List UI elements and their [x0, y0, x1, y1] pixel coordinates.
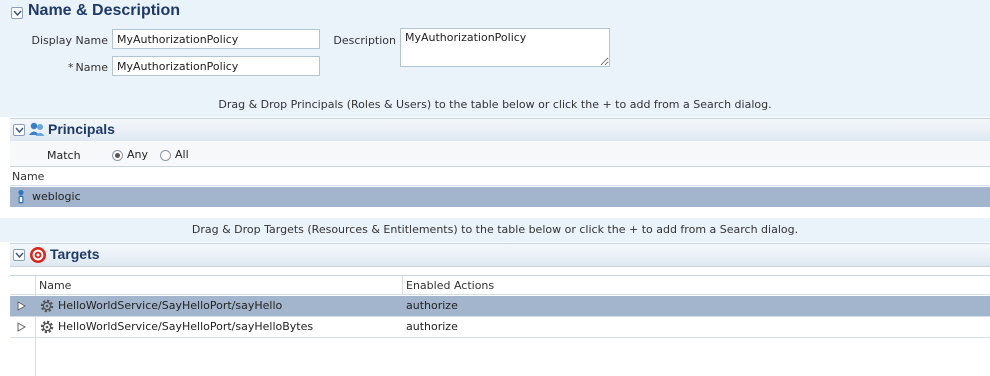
match-any-radio[interactable]: [112, 150, 123, 161]
required-mark: *: [68, 61, 74, 74]
description-textarea[interactable]: MyAuthorizationPolicy: [400, 28, 610, 67]
name-description-title: Name & Description: [28, 2, 181, 19]
expand-triangle-icon[interactable]: [17, 322, 26, 332]
display-name-input[interactable]: [112, 29, 320, 49]
display-name-label: Display Name: [31, 34, 109, 47]
name-input[interactable]: [112, 56, 320, 76]
name-label-text: Name: [75, 61, 108, 74]
targets-column-name[interactable]: Name: [39, 279, 71, 292]
target-actions: authorize: [406, 299, 458, 312]
targets-hint-panel: Drag & Drop Targets (Resources & Entitle…: [0, 218, 990, 242]
match-all-label: All: [175, 148, 189, 161]
target-row[interactable]: HelloWorldService/SayHelloPort/sayHello …: [10, 296, 990, 316]
chevron-down-icon: [13, 10, 22, 16]
target-actions: authorize: [406, 320, 458, 333]
principal-name: weblogic: [32, 190, 81, 203]
targets-hint: Drag & Drop Targets (Resources & Entitle…: [191, 223, 799, 236]
target-row[interactable]: HelloWorldService/SayHelloPort/sayHelloB…: [10, 317, 990, 337]
gear-icon: [40, 320, 54, 334]
expand-triangle-icon[interactable]: [17, 301, 26, 311]
targets-header-divider: [10, 294, 990, 295]
user-icon: [18, 189, 24, 204]
collapse-principals-button[interactable]: [13, 124, 25, 136]
target-name: HelloWorldService/SayHelloPort/sayHelloB…: [58, 320, 314, 333]
principals-hint: Drag & Drop Principals (Roles & Users) t…: [218, 98, 772, 111]
match-any-label: Any: [127, 148, 149, 161]
principals-header-divider: [10, 185, 990, 186]
targets-table: Name Enabled Actions HelloWorldService/S…: [10, 275, 990, 376]
principal-row[interactable]: weblogic: [10, 187, 990, 207]
match-all-radio[interactable]: [160, 150, 171, 161]
principals-body: Match Any All Name weblogic: [10, 141, 990, 218]
match-label: Match: [47, 149, 81, 162]
chevron-down-icon: [15, 127, 24, 133]
targets-row-divider: [10, 316, 990, 317]
principals-icon: [29, 122, 45, 136]
targets-icon: [30, 247, 46, 263]
targets-title: Targets: [50, 246, 100, 262]
target-name: HelloWorldService/SayHelloPort/sayHello: [58, 299, 283, 312]
targets-column-divider: [402, 276, 403, 294]
principals-column-name[interactable]: Name: [12, 170, 44, 183]
collapse-targets-button[interactable]: [13, 249, 25, 261]
targets-column-enabled-actions[interactable]: Enabled Actions: [406, 279, 494, 292]
principals-title: Principals: [48, 121, 115, 137]
name-label: * Name: [10, 61, 108, 74]
targets-header: Targets: [10, 243, 990, 267]
principals-table: Name weblogic: [10, 166, 990, 218]
collapse-name-description-button[interactable]: [11, 7, 23, 19]
name-description-panel: Name & Description Display Name *Name De…: [0, 0, 990, 117]
chevron-down-icon: [15, 252, 24, 258]
description-label: Description: [333, 34, 396, 47]
targets-row-divider: [10, 337, 990, 338]
gear-icon: [40, 299, 54, 313]
principals-header: Principals: [10, 118, 990, 142]
